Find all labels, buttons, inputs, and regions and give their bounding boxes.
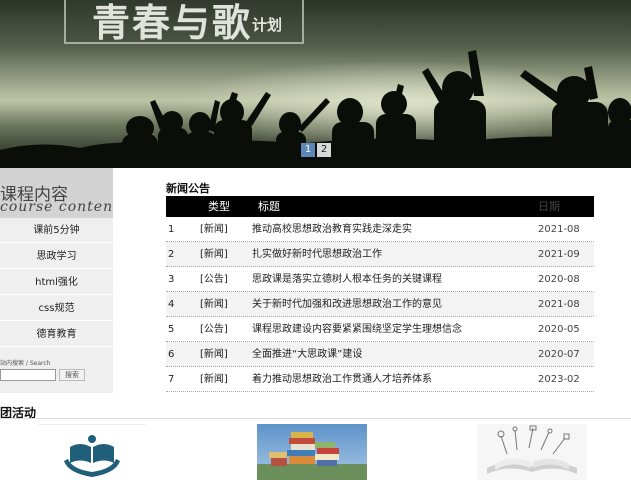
banner: 青春与歌 计划 1 2 <box>0 0 631 168</box>
sidebar-item-warmup[interactable]: 课前5分钟 <box>0 218 113 243</box>
banner-subtitle: 计划 <box>252 16 283 34</box>
search-button[interactable]: 搜索 <box>59 369 85 381</box>
row-type: [新闻] <box>200 374 228 385</box>
row-title-link[interactable]: 着力推动思想政治工作贯通人才培养体系 <box>252 367 538 391</box>
row-title-link[interactable]: 关于新时代加强和改进思想政治工作的意见 <box>252 292 538 316</box>
pager-button-2[interactable]: 2 <box>317 143 331 157</box>
section-divider <box>0 418 631 419</box>
news-section: 新闻公告 类型 标题 日期 1 [新闻] 推动高校思想政治教育实践走深走实 20… <box>166 180 594 392</box>
row-date: 2021-08 <box>538 224 580 235</box>
pager-button-1[interactable]: 1 <box>301 143 315 157</box>
row-num: 2 <box>168 249 175 260</box>
row-type: [新闻] <box>200 249 228 260</box>
site-search: 站内搜索 / Search 搜索 <box>0 348 113 381</box>
row-title-link[interactable]: 扎实做好新时代思想政治工作 <box>252 242 538 266</box>
search-input[interactable] <box>0 369 56 381</box>
header-type: 类型 <box>208 200 230 213</box>
row-date: 2020-08 <box>538 274 580 285</box>
book-hands-icon <box>64 435 120 477</box>
table-row[interactable]: 3 [公告] 思政课是落实立德树人根本任务的关键课程 2020-08 <box>166 267 594 292</box>
sidebar-item-html[interactable]: html强化 <box>0 270 113 295</box>
table-row[interactable]: 1 [新闻] 推动高校思想政治教育实践走深走实 2021-08 <box>166 217 594 242</box>
header-date: 日期 <box>538 200 560 213</box>
news-table-header: 类型 标题 日期 <box>166 196 594 217</box>
stacked-books-icon <box>257 432 367 480</box>
row-num: 5 <box>168 324 175 335</box>
row-title-link[interactable]: 全面推进“大思政课”建设 <box>252 342 538 366</box>
sidebar-heading-en: course content <box>0 199 113 215</box>
news-section-title: 新闻公告 <box>166 182 210 195</box>
table-row[interactable]: 7 [新闻] 着力推动思想政治工作贯通人才培养体系 2023-02 <box>166 367 594 392</box>
search-row: 搜索 <box>0 369 113 381</box>
header-title: 标题 <box>258 200 280 213</box>
row-num: 1 <box>168 224 175 235</box>
banner-pager: 1 2 <box>301 143 331 157</box>
row-num: 6 <box>168 349 175 360</box>
header-num <box>166 196 200 217</box>
activity-thumb-books[interactable] <box>257 424 367 480</box>
row-num: 3 <box>168 274 175 285</box>
row-type: [新闻] <box>200 299 228 310</box>
banner-title: 青春与歌 <box>92 0 253 45</box>
row-num: 7 <box>168 374 175 385</box>
table-row[interactable]: 5 [公告] 课程思政建设内容要紧紧围绕坚定学生理想信念 2020-05 <box>166 317 594 342</box>
news-table-body: 1 [新闻] 推动高校思想政治教育实践走深走实 2021-08 2 [新闻] 扎… <box>166 217 594 392</box>
search-label: 站内搜索 / Search <box>0 360 51 367</box>
row-type: [新闻] <box>200 224 228 235</box>
row-date: 2021-09 <box>538 249 580 260</box>
row-date: 2023-02 <box>538 374 580 385</box>
row-type: [新闻] <box>200 349 228 360</box>
activity-thumb-open-book[interactable] <box>477 424 587 480</box>
table-row[interactable]: 4 [新闻] 关于新时代加强和改进思想政治工作的意见 2021-08 <box>166 292 594 317</box>
row-num: 4 <box>168 299 175 310</box>
row-title-link[interactable]: 思政课是落实立德树人根本任务的关键课程 <box>252 267 538 291</box>
sidebar-item-moral[interactable]: 德育教育 <box>0 322 113 347</box>
row-type: [公告] <box>200 324 228 335</box>
table-row[interactable]: 6 [新闻] 全面推进“大思政课”建设 2020-07 <box>166 342 594 367</box>
open-book-icon <box>487 425 577 474</box>
sidebar-item-css[interactable]: css规范 <box>0 296 113 321</box>
row-title-link[interactable]: 课程思政建设内容要紧紧围绕坚定学生理想信念 <box>252 317 538 341</box>
row-date: 2020-07 <box>538 349 580 360</box>
sidebar: 课程内容 course content 课前5分钟 思政学习 html强化 cs… <box>0 168 113 393</box>
table-row[interactable]: 2 [新闻] 扎实做好新时代思想政治工作 2021-09 <box>166 242 594 267</box>
sidebar-heading: 课程内容 course content <box>0 168 113 218</box>
activity-thumb-reading[interactable] <box>38 424 146 480</box>
sidebar-menu: 课前5分钟 思政学习 html强化 css规范 德育教育 <box>0 218 113 347</box>
row-type: [公告] <box>200 274 228 285</box>
row-date: 2020-05 <box>538 324 580 335</box>
sidebar-item-politics[interactable]: 思政学习 <box>0 244 113 269</box>
row-title-link[interactable]: 推动高校思想政治教育实践走深走实 <box>252 217 538 241</box>
row-date: 2021-08 <box>538 299 580 310</box>
